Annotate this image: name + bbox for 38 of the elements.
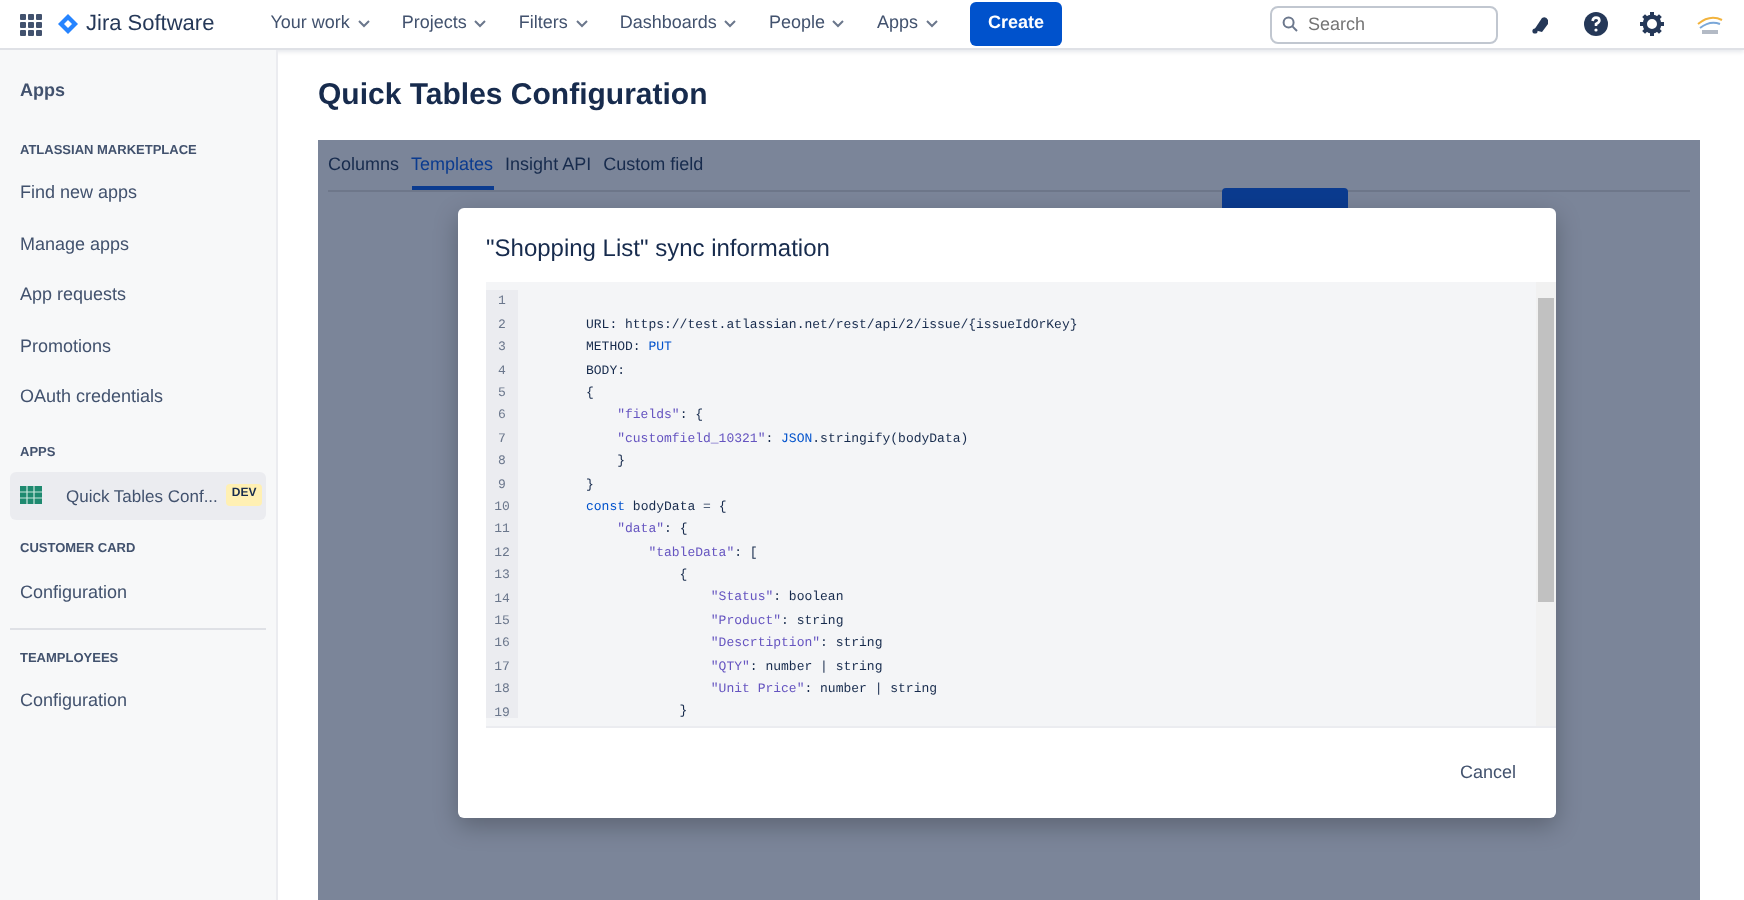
nav-menu[interactable]: Filters <box>510 10 596 38</box>
settings-icon[interactable] <box>1640 12 1664 36</box>
sidebar-item[interactable]: Find new apps <box>10 168 266 220</box>
sidebar-item[interactable]: Promotions <box>10 321 266 373</box>
nav-menu[interactable]: Projects <box>393 10 495 38</box>
tab[interactable]: Insight API <box>505 146 592 189</box>
sidebar-item[interactable]: OAuth credentials <box>10 372 266 424</box>
bell-icon[interactable] <box>1530 13 1552 35</box>
item-label: Quick Tables Conf... <box>66 483 218 509</box>
help-icon[interactable] <box>1584 12 1608 36</box>
scrollbar[interactable] <box>1536 282 1556 727</box>
sidebar-item[interactable]: Configuration <box>10 676 266 728</box>
chevron-down-icon <box>474 20 487 28</box>
cancel-button[interactable]: Cancel <box>1447 751 1528 795</box>
create-button[interactable]: Create <box>969 2 1062 46</box>
nav-menu[interactable]: People <box>760 10 853 38</box>
diamond-logo-icon <box>58 14 78 34</box>
app-switcher-icon[interactable] <box>20 13 42 35</box>
chevron-down-icon <box>357 20 370 28</box>
search-icon <box>1282 15 1298 31</box>
nav-menu[interactable]: Dashboards <box>611 10 745 38</box>
chevron-down-icon <box>925 20 938 28</box>
chevron-down-icon <box>575 20 588 28</box>
nav-menu[interactable]: Apps <box>868 10 946 38</box>
sidebar-item[interactable]: Configuration <box>10 568 266 619</box>
chevron-down-icon <box>832 20 845 28</box>
table-icon <box>20 486 42 505</box>
chevron-down-icon <box>724 20 737 28</box>
nav-menu[interactable]: Your work <box>262 10 378 38</box>
sidebar-title: Apps <box>18 78 67 104</box>
product-name[interactable]: Jira Software <box>86 7 215 41</box>
modal-title: "Shopping List" sync information <box>484 232 832 266</box>
tab[interactable]: Columns <box>328 146 400 189</box>
page-title: Quick Tables Configuration <box>318 78 710 114</box>
search-field[interactable]: Search <box>1270 5 1498 43</box>
sidebar-item[interactable]: Manage apps <box>10 219 266 271</box>
tab[interactable]: Custom field <box>603 146 704 189</box>
sidebar-item[interactable]: App requests <box>10 270 266 322</box>
